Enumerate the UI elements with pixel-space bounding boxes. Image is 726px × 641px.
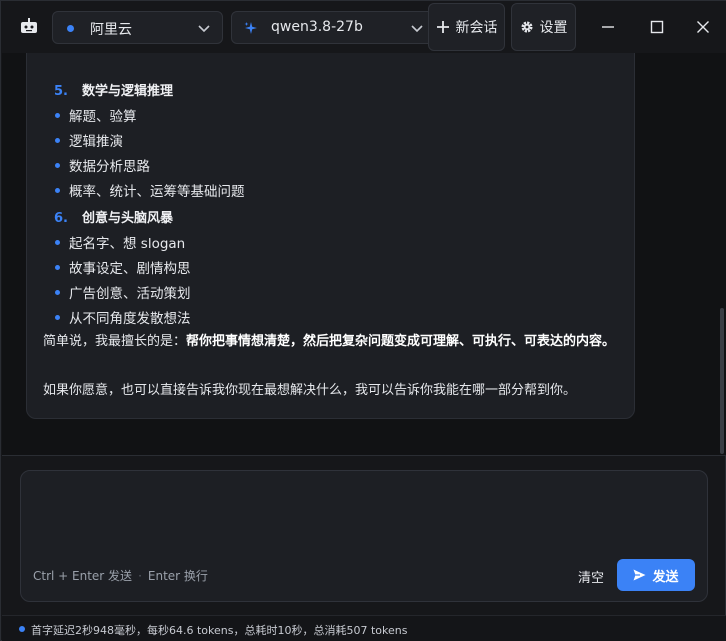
robot-icon: [21, 18, 37, 33]
section-number: 5.: [54, 84, 68, 99]
settings-label: 设置: [539, 20, 568, 36]
chat-area: 5. 数学与逻辑推理 解题、验算 逻辑推演 数据分析思路 概率、统计、运筹等基础问…: [2, 53, 726, 456]
maximize-icon[interactable]: [649, 19, 665, 35]
shortcut-hint: Ctrl + Enter 发送 · Enter 换行: [33, 569, 208, 583]
provider-status-dot: [67, 25, 74, 32]
assistant-message: 5. 数学与逻辑推理 解题、验算 逻辑推演 数据分析思路 概率、统计、运筹等基础问…: [26, 53, 635, 419]
section-title: 数学与逻辑推理: [82, 84, 174, 99]
app-window: 阿里云 qwen3.8-27b 新会话 设置 5. 数学与逻辑推理 解题、验算 …: [0, 0, 726, 641]
status-text: 首字延迟2秒948毫秒，每秒64.6 tokens，总耗时10秒，总消耗507 …: [31, 624, 408, 637]
closing-paragraph: 如果你愿意，也可以直接告诉我你现在最想解决什么，我可以告诉你我能在哪一部分帮到你…: [43, 383, 577, 398]
summary-paragraph: 简单说，我最擅长的是：帮你把事情想清楚，然后把复杂问题变成可理解、可执行、可表达…: [43, 331, 623, 352]
send-icon: [633, 569, 646, 581]
list-item: 数据分析思路: [55, 155, 150, 175]
new-chat-button[interactable]: 新会话: [428, 3, 505, 51]
newline-shortcut-hint: Enter 换行: [147, 569, 208, 583]
provider-select-value: 阿里云: [90, 22, 132, 38]
model-select-value: qwen3.8-27b: [271, 19, 363, 35]
gear-icon: [521, 21, 532, 33]
summary-highlight: 帮你把事情想清楚，然后把复杂问题变成可理解、可执行、可表达的内容。: [186, 334, 616, 349]
chevron-down-icon: [411, 25, 423, 33]
chat-scrollbar[interactable]: [720, 308, 724, 454]
provider-select[interactable]: 阿里云: [52, 11, 223, 44]
section-heading: 5. 数学与逻辑推理: [54, 80, 173, 99]
message-input[interactable]: Ctrl + Enter 发送 · Enter 换行 清空 发送: [20, 470, 708, 602]
send-button[interactable]: 发送: [617, 559, 695, 591]
send-label: 发送: [652, 569, 679, 585]
list-item: 逻辑推演: [55, 130, 123, 150]
status-dot: [19, 626, 25, 632]
summary-prefix: 简单说，我最擅长的是：: [43, 334, 187, 349]
title-bar: 阿里云 qwen3.8-27b 新会话 设置: [1, 1, 726, 53]
list-item: 广告创意、活动策划: [55, 282, 191, 302]
settings-button[interactable]: 设置: [511, 3, 576, 51]
list-item: 从不同角度发散想法: [55, 307, 191, 327]
list-item: 解题、验算: [55, 105, 137, 125]
close-icon[interactable]: [695, 19, 711, 35]
section-heading: 6. 创意与头脑风暴: [54, 207, 173, 226]
minimize-icon[interactable]: [600, 19, 616, 35]
list-item: 起名字、想 slogan: [55, 232, 185, 252]
send-shortcut-hint: Ctrl + Enter 发送: [33, 569, 133, 583]
status-bar: 首字延迟2秒948毫秒，每秒64.6 tokens，总耗时10秒，总消耗507 …: [2, 615, 726, 641]
sparkle-icon: [244, 22, 257, 34]
model-select[interactable]: qwen3.8-27b: [231, 11, 436, 44]
section-number: 6.: [54, 211, 68, 226]
list-item: 故事设定、剧情构思: [55, 257, 191, 277]
plus-icon: [436, 21, 449, 33]
clear-button[interactable]: 清空: [578, 567, 604, 586]
list-item: 概率、统计、运筹等基础问题: [55, 180, 245, 200]
new-chat-label: 新会话: [455, 20, 498, 36]
chevron-down-icon: [198, 25, 210, 33]
section-title: 创意与头脑风暴: [82, 211, 174, 226]
